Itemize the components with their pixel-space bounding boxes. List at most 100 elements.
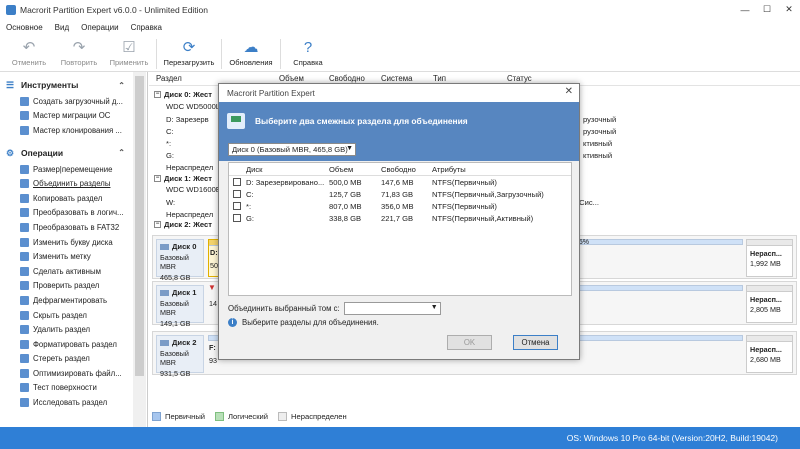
col-size[interactable]: Объем xyxy=(279,74,304,83)
wipe-icon xyxy=(20,354,29,364)
sidebar-item-check[interactable]: Проверить раздел xyxy=(0,279,147,294)
minimize-button[interactable]: — xyxy=(734,0,756,19)
col-status[interactable]: Статус xyxy=(507,74,532,83)
tree-disk0-model: WDC WD5000L xyxy=(166,101,221,111)
menu-help[interactable]: Справка xyxy=(131,23,162,32)
sidebar-item-defrag[interactable]: Дефрагментировать xyxy=(0,293,147,308)
undo-button[interactable]: ↶ Отменить xyxy=(4,35,54,72)
tree-partition[interactable]: *: xyxy=(166,137,171,149)
toolbar-separator xyxy=(221,39,222,69)
dropdown-arrow-icon: ▼ xyxy=(346,145,353,152)
partition-block[interactable]: 35% xyxy=(573,239,743,277)
reboot-button[interactable]: ⟳ Перезагрузить xyxy=(159,35,219,72)
expand-icon[interactable]: − xyxy=(154,220,161,228)
col-free[interactable]: Свободно xyxy=(329,74,365,83)
collapse-icon[interactable]: − xyxy=(154,174,161,182)
partition-block[interactable] xyxy=(573,285,743,323)
status-cell: ,Сис... xyxy=(577,197,599,207)
col-system[interactable]: Система xyxy=(381,74,412,83)
refresh-icon: ⟳ xyxy=(182,39,196,56)
sidebar-scrollbar[interactable] xyxy=(133,72,146,427)
partition-block[interactable] xyxy=(573,335,743,373)
operations-section-header[interactable]: ⚙ Операции ⌃ xyxy=(0,144,147,162)
sidebar-item-hide[interactable]: Скрыть раздел xyxy=(0,308,147,323)
sidebar-item-change-label[interactable]: Изменить метку xyxy=(0,249,147,264)
tools-icon: ☰ xyxy=(6,80,15,90)
menu-main[interactable]: Основное xyxy=(6,23,43,32)
partition-checkbox[interactable] xyxy=(233,178,241,186)
sidebar-item-convert-logical[interactable]: Преобразовать в логич... xyxy=(0,206,147,221)
dialog-header: Выберите два смежных раздела для объедин… xyxy=(219,102,579,139)
sidebar-item-change-letter[interactable]: Изменить букву диска xyxy=(0,235,147,250)
status-cell: ктивный xyxy=(583,150,613,160)
table-row[interactable]: D: Зарезервировано... 500,0 MB 147,6 MB … xyxy=(229,176,571,188)
tree-disk1-model: WDC WD1600E xyxy=(166,184,221,194)
sidebar-item-merge[interactable]: Объединить разделы xyxy=(0,176,147,191)
toolbar-separator xyxy=(280,39,281,69)
sidebar-scroll-thumb[interactable] xyxy=(135,76,144,376)
sidebar-item-delete[interactable]: Удалить раздел xyxy=(0,322,147,337)
tree-partition[interactable]: D: Зарезерв xyxy=(166,113,209,125)
dialog-close-button[interactable]: ✕ xyxy=(565,86,573,97)
disk-select-dropdown[interactable]: Диск 0 (Базовый MBR, 465,8 GB) ▼ xyxy=(228,143,356,156)
hard-disk-icon xyxy=(160,289,169,296)
hide-icon xyxy=(20,310,29,320)
sidebar-item-explore[interactable]: Исследовать раздел xyxy=(0,395,147,410)
partition-checkbox[interactable] xyxy=(233,214,241,222)
tree-disk0[interactable]: − Диск 0: Жест xyxy=(154,88,212,100)
sidebar-item-wipe[interactable]: Стереть раздел xyxy=(0,352,147,367)
unallocated-block[interactable]: Нерасп... 1,992 MB xyxy=(746,239,793,277)
merge-icon xyxy=(20,179,29,189)
dialog-disk-band: Диск 0 (Базовый MBR, 465,8 GB) ▼ xyxy=(219,139,579,161)
ok-button[interactable]: OK xyxy=(447,335,492,350)
resize-icon xyxy=(20,164,29,174)
menu-operations[interactable]: Операции xyxy=(81,23,118,32)
help-button[interactable]: ? Справка xyxy=(283,35,333,72)
table-row[interactable]: G: 338,8 GB 221,7 GB NTFS(Первичный,Акти… xyxy=(229,212,571,224)
updates-button[interactable]: ☁ Обновления xyxy=(224,35,278,72)
maximize-button[interactable]: ☐ xyxy=(756,0,778,19)
collapse-chevron-icon[interactable]: ⌃ xyxy=(118,81,125,90)
sidebar-item-create-bootable[interactable]: Создать загрузочный д... xyxy=(0,94,147,109)
disk-info-0[interactable]: Диск 0 Базовый MBR 465,8 GB xyxy=(156,239,204,282)
tree-partition[interactable]: C: xyxy=(166,125,174,137)
partition-checkbox[interactable] xyxy=(233,190,241,198)
redo-button[interactable]: ↷ Повторить xyxy=(54,35,104,72)
table-row[interactable]: *: 807,0 MB 356,0 MB NTFS(Первичный) xyxy=(229,200,571,212)
legend: Первичный Логический Нераспределен xyxy=(152,409,357,423)
sidebar-item-resize-move[interactable]: Размер|перемещение xyxy=(0,162,147,177)
disk-info-2[interactable]: Диск 2 Базовый MBR 931,5 GB xyxy=(156,335,204,378)
tree-disk2[interactable]: − Диск 2: Жест xyxy=(154,218,212,230)
sidebar-item-os-migration[interactable]: Мастер миграции ОС xyxy=(0,109,147,124)
unallocated-block[interactable]: Нерасп... 2,680 MB xyxy=(746,335,793,373)
sidebar-item-clone-wizard[interactable]: Мастер клонирования ... xyxy=(0,123,147,138)
active-icon xyxy=(20,266,29,276)
apply-button[interactable]: ☑ Применить xyxy=(104,35,154,72)
sidebar-item-optimize[interactable]: Оптимизировать файл... xyxy=(0,366,147,381)
disk-info-1[interactable]: Диск 1 Базовый MBR 149,1 GB xyxy=(156,285,204,328)
merge-partitions-icon xyxy=(227,112,245,129)
partition-checkbox[interactable] xyxy=(233,202,241,210)
explore-icon xyxy=(20,398,29,408)
tree-partition[interactable]: G: xyxy=(166,149,174,161)
sidebar-item-set-active[interactable]: Сделать активным xyxy=(0,264,147,279)
cancel-button[interactable]: Отмена xyxy=(513,335,558,350)
merge-target-select[interactable]: ▼ xyxy=(343,302,441,315)
sidebar-item-surface-test[interactable]: Тест поверхности xyxy=(0,381,147,396)
tree-partition[interactable]: W: xyxy=(166,196,175,208)
logical-swatch xyxy=(215,411,225,421)
collapse-icon[interactable]: − xyxy=(154,90,161,98)
close-window-button[interactable]: ✕ xyxy=(778,0,800,19)
collapse-chevron-icon[interactable]: ⌃ xyxy=(118,148,125,157)
col-partition[interactable]: Раздел xyxy=(156,74,182,83)
sidebar-item-copy[interactable]: Копировать раздел xyxy=(0,191,147,206)
info-icon: i xyxy=(228,318,237,327)
table-row[interactable]: C: 125,7 GB 71,83 GB NTFS(Первичный,Загр… xyxy=(229,188,571,200)
operations-icon: ⚙ xyxy=(6,147,15,158)
col-type[interactable]: Тип xyxy=(433,74,446,83)
sidebar-item-convert-fat32[interactable]: Преобразовать в FAT32 xyxy=(0,220,147,235)
sidebar-item-format[interactable]: Форматировать раздел xyxy=(0,337,147,352)
menu-view[interactable]: Вид xyxy=(55,23,69,32)
tools-section-header[interactable]: ☰ Инструменты ⌃ xyxy=(0,76,147,94)
unallocated-block[interactable]: Нерасп... 2,805 MB xyxy=(746,285,793,323)
